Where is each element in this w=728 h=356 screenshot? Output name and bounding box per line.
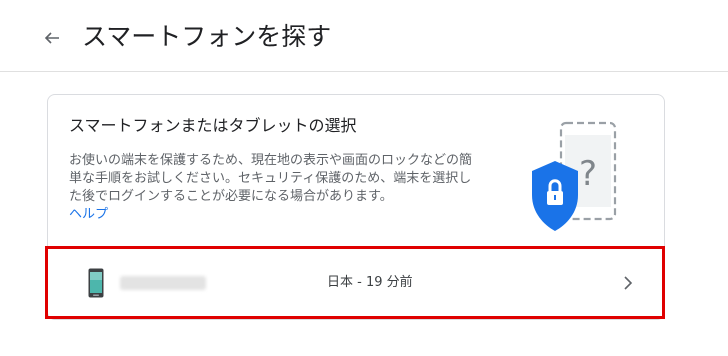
back-button[interactable]: [40, 26, 64, 50]
device-name-blurred: [120, 276, 206, 290]
page-title: スマートフォンを探す: [82, 22, 332, 51]
arrow-left-icon: [44, 32, 59, 44]
chevron-right-icon: [624, 276, 633, 290]
svg-text:?: ?: [579, 154, 597, 194]
device-row[interactable]: 日本 - 19 分前: [48, 247, 664, 319]
description-text: お使いの端末を保護するため、現在地の表示や画面のロックなどの簡単な手順をお試しく…: [69, 153, 473, 204]
card-description: お使いの端末を保護するため、現在地の表示や画面のロックなどの簡単な手順をお試しく…: [69, 152, 484, 224]
card-title: スマートフォンまたはタブレットの選択: [69, 116, 357, 135]
phone-shield-lock-icon: ?: [532, 121, 617, 231]
help-link[interactable]: ヘルプ: [69, 207, 108, 222]
device-select-card: スマートフォンまたはタブレットの選択 お使いの端末を保護するため、現在地の表示や…: [47, 94, 665, 320]
top-bar: スマートフォンを探す: [0, 0, 728, 72]
device-location-time: 日本 - 19 分前: [327, 275, 413, 290]
smartphone-icon: [88, 268, 104, 298]
